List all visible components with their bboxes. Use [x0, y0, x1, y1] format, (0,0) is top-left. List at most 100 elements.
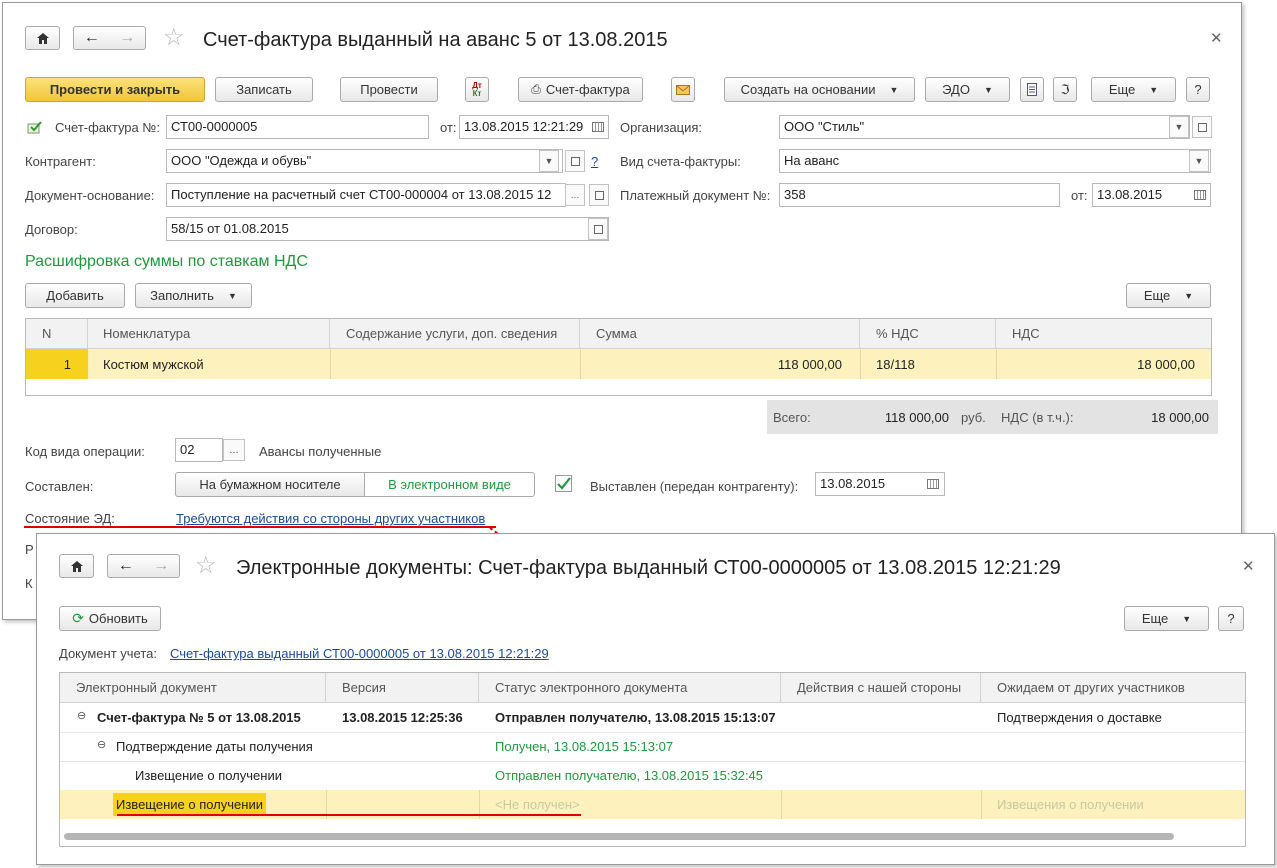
annotation-underline [24, 526, 496, 528]
attachments-button[interactable]: ℑ [1053, 77, 1077, 102]
post-and-close-button[interactable]: Провести и закрыть [25, 77, 205, 102]
dt-kt-button[interactable]: Дт Кт [465, 77, 489, 102]
payment-document-label: Платежный документ №: [620, 188, 771, 203]
chevron-down-icon: ▼ [983, 84, 993, 95]
help-button[interactable]: ? [1186, 77, 1210, 102]
contract-open-button[interactable] [588, 218, 608, 240]
refresh-button[interactable]: ⟳ Обновить [59, 606, 161, 631]
document-button[interactable] [1020, 77, 1044, 102]
counterparty-help-link[interactable]: ? [591, 154, 598, 169]
column-header-n[interactable]: N [26, 319, 88, 349]
invoice-type-label: Вид счета-фактуры: [620, 154, 741, 169]
column-header-status[interactable]: Статус электронного документа [479, 673, 781, 703]
home-button[interactable] [25, 26, 60, 50]
column-header-sum[interactable]: Сумма [580, 319, 860, 349]
calendar-button[interactable] [923, 473, 943, 495]
collapse-icon[interactable]: ⊖ [97, 738, 106, 751]
payment-document-field[interactable]: 358 [779, 183, 1060, 207]
create-based-on-button[interactable]: Создать на основании ▼ [724, 77, 915, 102]
column-header-vat-rate[interactable]: % НДС [860, 319, 996, 349]
calendar-icon [927, 479, 939, 489]
chevron-down-icon: ▼ [1184, 290, 1194, 301]
row-status: Отправлен получателю, 13.08.2015 15:13:0… [495, 710, 776, 725]
print-invoice-label: Счет-фактура [545, 82, 630, 97]
invoice-number-label: Счет-фактура №: [55, 120, 160, 135]
open-link-icon [570, 156, 580, 166]
organization-dropdown-button[interactable]: ▼ [1169, 116, 1189, 138]
organization-field[interactable]: ООО "Стиль" [779, 115, 1190, 139]
fill-button[interactable]: Заполнить ▼ [135, 283, 252, 308]
post-button[interactable]: Провести [340, 77, 438, 102]
invoice-type-dropdown-button[interactable]: ▼ [1189, 150, 1209, 172]
contract-field[interactable]: 58/15 от 01.08.2015 [166, 217, 609, 241]
counterparty-open-button[interactable] [565, 150, 585, 172]
calendar-icon [1194, 190, 1206, 200]
operation-code-field[interactable]: 02 [175, 438, 223, 462]
table-row[interactable]: ⊖ Подтверждение даты получения Получен, … [60, 732, 1245, 762]
back-arrow-icon[interactable]: ← [118, 557, 134, 575]
operation-code-select-button[interactable]: ... [223, 439, 245, 461]
more-button[interactable]: Еще ▼ [1091, 77, 1176, 102]
base-document-field[interactable]: Поступление на расчетный счет СТ00-00000… [166, 183, 566, 207]
more-label: Еще [1141, 611, 1169, 626]
horizontal-scrollbar[interactable] [64, 833, 1174, 840]
table-more-button[interactable]: Еще ▼ [1126, 283, 1211, 308]
forward-arrow-icon[interactable]: → [153, 557, 169, 575]
star-icon[interactable]: ☆ [195, 551, 217, 580]
payment-date-label: от: [1071, 188, 1088, 203]
accounting-document-link[interactable]: Счет-фактура выданный СТ00-0000005 от 13… [170, 646, 549, 661]
ed-state-link[interactable]: Требуются действия со стороны других уча… [176, 511, 485, 526]
close-icon[interactable]: ✕ [1242, 557, 1255, 575]
add-row-button[interactable]: Добавить [25, 283, 125, 308]
email-button[interactable] [671, 77, 695, 102]
total-value: 118 000,00 [884, 410, 949, 425]
invoice-number-field[interactable]: СТ00-0000005 [166, 115, 429, 139]
issued-label: Выставлен (передан контрагенту): [590, 479, 799, 494]
edo-button[interactable]: ЭДО ▼ [925, 77, 1010, 102]
base-document-select-button[interactable]: … [565, 184, 585, 206]
paper-option[interactable]: На бумажном носителе [175, 472, 365, 497]
forward-arrow-icon[interactable]: → [119, 29, 135, 47]
row-status: Отправлен получателю, 13.08.2015 15:32:4… [495, 768, 764, 783]
issued-checkbox[interactable] [555, 475, 573, 493]
collapse-icon[interactable]: ⊖ [77, 709, 86, 722]
organization-open-button[interactable] [1192, 116, 1212, 138]
save-button[interactable]: Записать [215, 77, 313, 102]
window-title: Счет-фактура выданный на аванс 5 от 13.0… [203, 29, 668, 51]
table-row[interactable]: ⊖ Счет-фактура № 5 от 13.08.2015 13.08.2… [60, 703, 1245, 733]
printer-icon: ⎙ [531, 82, 541, 96]
more-button[interactable]: Еще ▼ [1124, 606, 1209, 631]
home-icon [36, 32, 49, 44]
row-item: Костюм мужской [103, 357, 204, 372]
column-header-vat[interactable]: НДС [996, 319, 1211, 349]
column-header-version[interactable]: Версия [326, 673, 479, 703]
column-header-document[interactable]: Электронный документ [60, 673, 326, 703]
column-header-our-actions[interactable]: Действия с нашей стороны [781, 673, 981, 703]
help-button[interactable]: ? [1218, 606, 1244, 631]
counterparty-dropdown-button[interactable]: ▼ [539, 150, 559, 172]
invoice-type-field[interactable]: На аванс [779, 149, 1211, 173]
invoice-date-field[interactable]: 13.08.2015 12:21:29 [459, 115, 609, 139]
electronic-documents-window: ← → ☆ Электронные документы: Счет-фактур… [36, 533, 1275, 865]
kt-label: Кт [472, 88, 482, 98]
close-icon[interactable]: ✕ [1210, 29, 1223, 47]
refresh-icon: ⟳ [72, 610, 84, 626]
calendar-button[interactable] [1190, 184, 1210, 206]
operation-code-description: Авансы полученные [259, 444, 382, 459]
home-button[interactable] [59, 554, 94, 578]
counterparty-field[interactable]: ООО "Одежда и обувь" [166, 149, 563, 173]
chevron-down-icon: ▼ [544, 156, 554, 166]
accounting-document-label: Документ учета: [59, 646, 158, 661]
column-header-expected[interactable]: Ожидаем от других участников [981, 673, 1245, 703]
column-header-item[interactable]: Номенклатура [88, 319, 330, 349]
table-row[interactable]: 1 Костюм мужской 118 000,00 18/118 18 00… [26, 349, 1211, 379]
table-row[interactable]: Извещение о получении Отправлен получате… [60, 761, 1245, 791]
table-more-label: Еще [1143, 288, 1171, 303]
electronic-option[interactable]: В электронном виде [364, 472, 535, 497]
print-invoice-button[interactable]: ⎙ Счет-фактура [518, 77, 643, 102]
star-icon[interactable]: ☆ [163, 23, 185, 52]
base-document-open-button[interactable] [589, 184, 609, 206]
back-arrow-icon[interactable]: ← [84, 29, 100, 47]
column-header-content[interactable]: Содержание услуги, доп. сведения [330, 319, 580, 349]
calendar-button[interactable] [588, 116, 608, 138]
